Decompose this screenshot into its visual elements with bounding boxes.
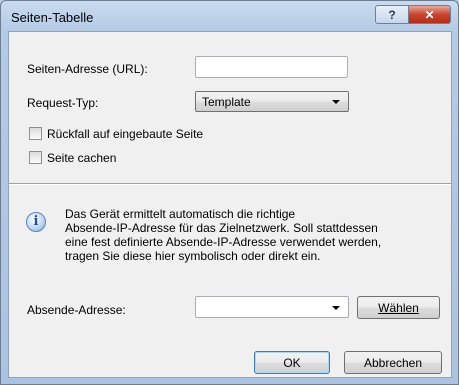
cancel-button-label: Abbrechen: [363, 355, 423, 370]
choose-button[interactable]: Wählen: [357, 296, 440, 319]
sender-address-label: Absende-Adresse:: [27, 303, 126, 317]
request-type-select[interactable]: Template: [195, 91, 349, 112]
info-text: Das Gerät ermittelt automatisch die rich…: [65, 207, 381, 263]
close-icon: ✕: [424, 7, 435, 22]
info-line: Absende-IP-Adresse für das Zielnetzwerk.…: [65, 221, 378, 235]
info-line: eine fest definierte Absende-IP-Adresse …: [65, 235, 382, 249]
sender-address-combo[interactable]: [195, 296, 349, 318]
chevron-down-icon: [332, 306, 340, 310]
info-line: tragen Sie diese hier symbolisch oder di…: [65, 249, 321, 263]
separator: [9, 183, 451, 185]
info-icon: i: [26, 212, 46, 232]
url-label: Seiten-Adresse (URL):: [27, 62, 148, 76]
ok-button-label: OK: [283, 355, 301, 370]
request-type-value: Template: [202, 95, 251, 109]
dialog-window: Seiten-Tabelle ? ✕ Seiten-Adresse (URL):…: [0, 0, 459, 385]
cache-checkbox[interactable]: [29, 151, 42, 164]
ok-button[interactable]: OK: [254, 351, 330, 374]
close-button[interactable]: ✕: [408, 5, 451, 24]
info-line: Das Gerät ermittelt automatisch die rich…: [65, 207, 296, 221]
fallback-checkbox[interactable]: [29, 127, 42, 140]
choose-button-label: Wählen: [378, 300, 419, 315]
window-title: Seiten-Tabelle: [11, 10, 94, 25]
fallback-label: Rückfall auf eingebaute Seite: [47, 127, 204, 141]
info-icon-glyph: i: [33, 214, 39, 229]
help-icon: ?: [388, 7, 396, 22]
dialog-client-area: Seiten-Adresse (URL): Request-Typ: Templ…: [8, 31, 452, 378]
cancel-button[interactable]: Abbrechen: [344, 351, 442, 374]
url-input[interactable]: [195, 56, 348, 78]
help-button[interactable]: ?: [375, 5, 409, 24]
request-type-label: Request-Typ:: [27, 96, 99, 110]
cache-label: Seite cachen: [47, 151, 117, 165]
chevron-down-icon: [332, 100, 340, 104]
